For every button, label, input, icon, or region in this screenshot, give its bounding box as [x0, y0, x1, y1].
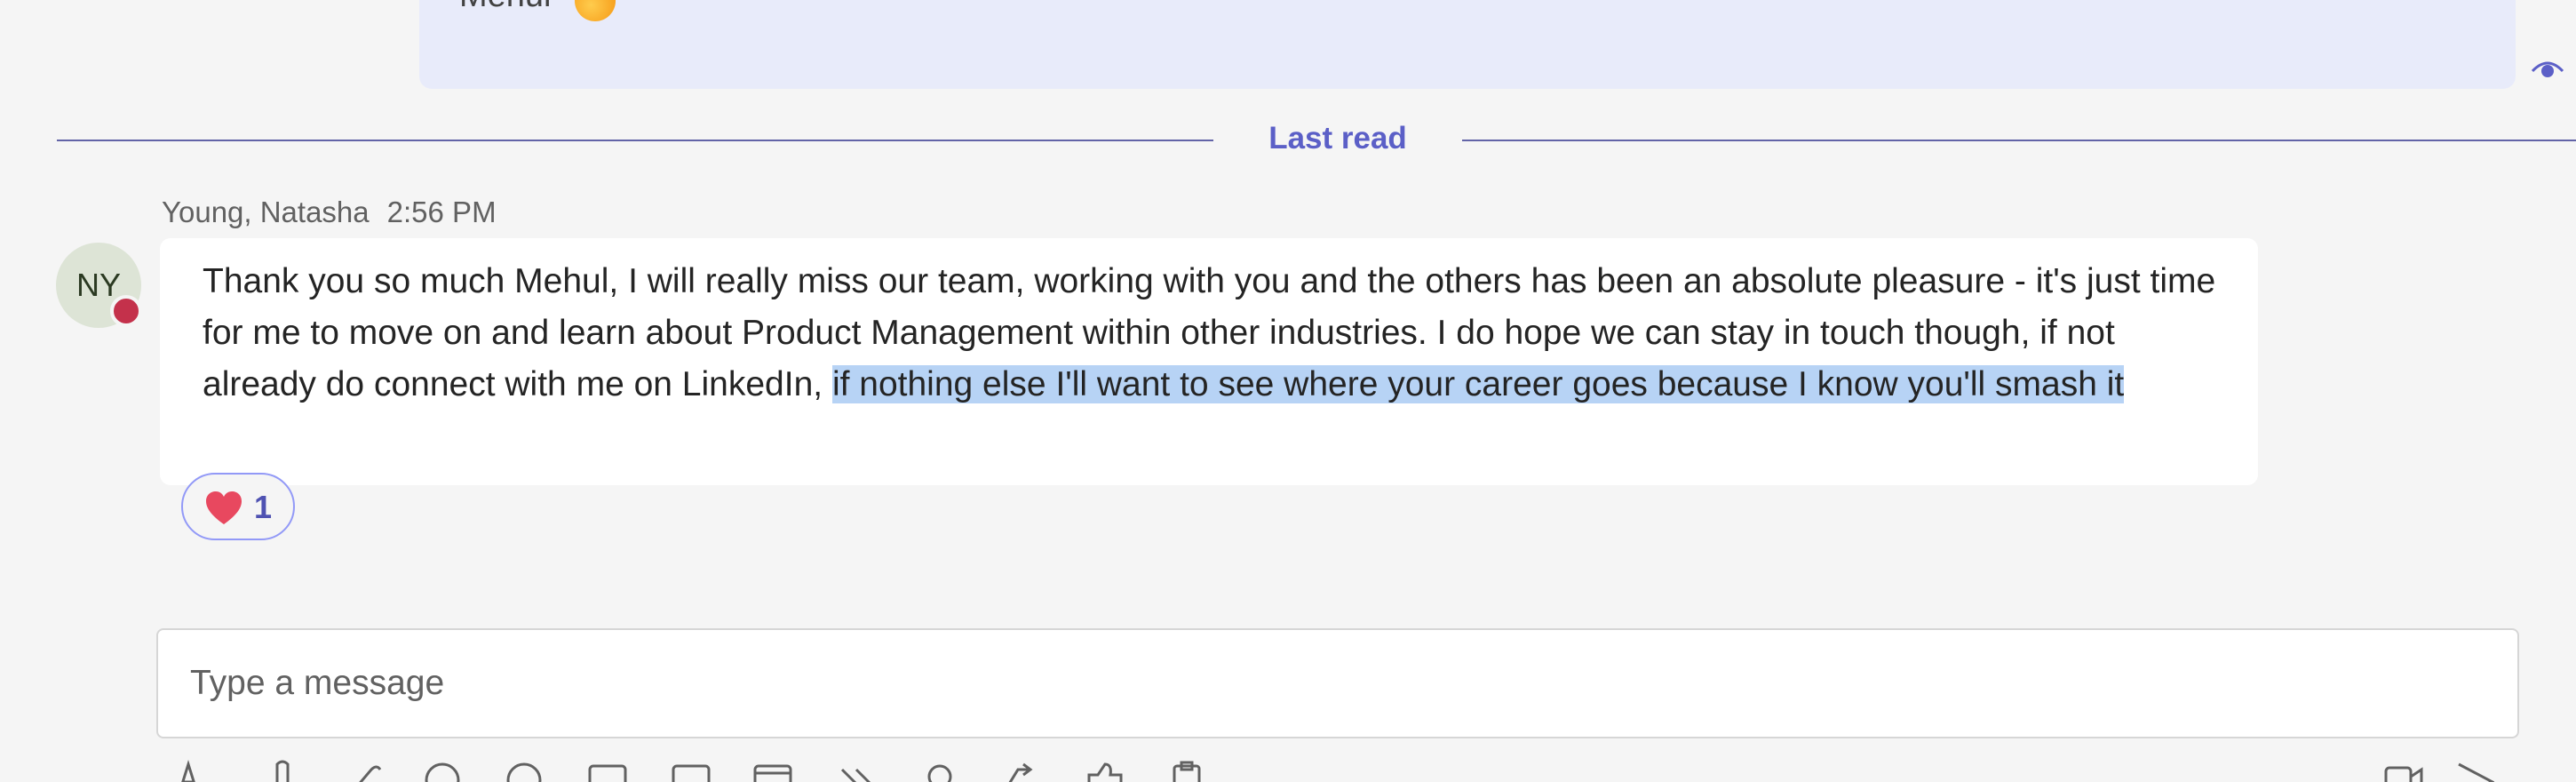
message-input[interactable]	[190, 657, 2482, 710]
like-icon[interactable]	[1085, 757, 1125, 782]
sticker-icon[interactable]	[588, 757, 627, 782]
last-read-line-left	[57, 140, 1213, 141]
message-text-selected: if nothing else I'll want to see where y…	[831, 365, 2125, 403]
avatar[interactable]: NY	[56, 243, 142, 328]
presence-busy-icon	[110, 295, 142, 327]
compose-box[interactable]	[156, 628, 2519, 738]
send-icon[interactable]	[2455, 757, 2496, 782]
emoji-icon[interactable]	[423, 757, 462, 782]
previous-message-bubble: Mehul	[419, 0, 2516, 89]
grinning-face-icon	[575, 0, 616, 21]
message-bubble[interactable]: Thank you so much Mehul, I will really m…	[160, 238, 2258, 485]
clipboard-icon[interactable]	[1167, 757, 1206, 782]
message-header: Young, Natasha 2:56 PM	[162, 196, 497, 229]
heart-icon	[204, 491, 243, 526]
reaction-count: 1	[254, 489, 273, 525]
seen-eye-icon	[2530, 55, 2565, 82]
last-read-label: Last read	[1268, 121, 1407, 156]
approvals-icon[interactable]	[998, 757, 1038, 782]
gif-icon[interactable]	[505, 757, 544, 782]
message-time: 2:56 PM	[386, 196, 497, 228]
previous-message-text: Mehul	[459, 0, 552, 15]
loop-icon[interactable]	[345, 757, 384, 782]
format-icon[interactable]	[176, 757, 215, 782]
attach-icon[interactable]	[263, 757, 302, 782]
meet-now-icon[interactable]	[672, 757, 711, 782]
last-read-line-right	[1462, 140, 2576, 141]
sender-name[interactable]: Young, Natasha	[162, 196, 370, 228]
praise-icon[interactable]	[839, 757, 878, 782]
video-icon[interactable]	[2384, 757, 2423, 782]
schedule-icon[interactable]	[753, 757, 792, 782]
message-text: Thank you so much Mehul, I will really m…	[203, 256, 2228, 411]
location-icon[interactable]	[920, 757, 959, 782]
reaction-heart-button[interactable]: 1	[181, 473, 295, 540]
